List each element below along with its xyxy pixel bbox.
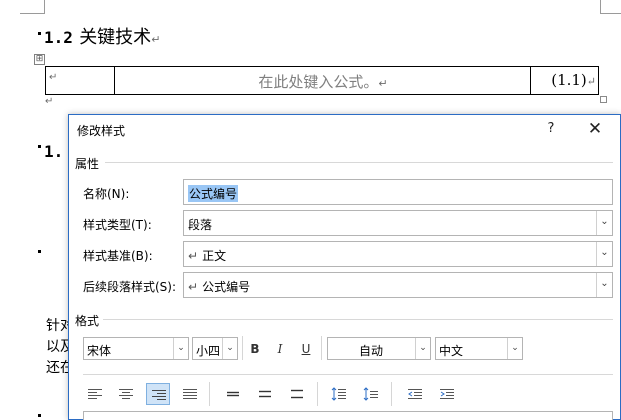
font-color-value: 自动 [358,344,383,358]
style-preview-pane [83,411,613,420]
section-format-label: 格式 [75,314,100,328]
paragraph-style-icon: ↵ [188,249,199,263]
bold-button[interactable]: B [244,338,266,360]
align-center-icon [119,389,133,399]
name-label: 名称(N): [83,187,130,201]
indent-decrease-icon [408,389,422,399]
line-spacing-single-icon [227,391,239,397]
align-center-button[interactable] [114,383,138,405]
cell-mark: ↵ [49,72,58,83]
chevron-down-icon[interactable]: ⌄ [507,338,522,359]
paragraph-bullet [38,145,41,148]
toolbar-divider [317,382,318,406]
line-spacing-double-button[interactable] [285,383,309,405]
crop-mark-top-right [600,0,621,14]
indent-increase-icon [440,389,454,399]
font-color-select[interactable]: 自动 ⌄ [327,337,431,360]
spacing-decrease-icon [363,387,378,401]
indent-increase-button[interactable] [435,383,459,405]
paragraph-mark: ↵ [45,96,54,107]
align-right-button[interactable] [146,383,170,405]
chevron-down-icon[interactable]: ⌄ [173,338,188,359]
paragraph-bullet [38,414,41,417]
style-based-value-wrap: ↵ 正文 [188,247,226,264]
chevron-down-icon[interactable]: ⌄ [415,338,430,359]
line-spacing-1-5-button[interactable] [253,383,277,405]
align-left-button[interactable] [83,383,107,405]
font-value: 宋体 [87,344,112,358]
script-select[interactable]: 中文 ⌄ [435,337,523,360]
chevron-down-icon[interactable]: ⌄ [596,211,612,235]
style-based-label: 样式基准(B): [83,249,153,263]
style-based-value: 正文 [202,249,227,263]
toolbar-divider [209,382,210,406]
font-select[interactable]: 宋体 ⌄ [83,337,189,360]
style-type-label: 样式类型(T): [83,218,152,232]
equation-number-text: (1.1) [551,71,587,89]
italic-button[interactable]: I [269,338,291,360]
font-size-value: 小四 [196,344,221,358]
style-name-field[interactable]: 公式编号 [183,179,613,205]
align-justify-button[interactable] [178,383,202,405]
indent-decrease-button[interactable] [403,383,427,405]
paragraph-style-icon: ↵ [188,280,199,294]
table-handle-glyph: ⊞ [35,54,44,64]
style-type-select[interactable]: 段落 ⌄ [183,210,613,236]
heading-number: 1. [44,142,64,161]
help-button[interactable]: ? [531,117,571,141]
toolbar-divider [242,336,243,360]
close-button[interactable]: ✕ [575,117,615,141]
paragraph-bullet [38,32,41,35]
heading-number: 1.2 [44,28,73,47]
crop-mark-top-left [20,0,45,14]
underline-button[interactable]: U [295,338,317,360]
next-style-label: 后续段落样式(S): [83,280,177,294]
spacing-increase-icon [331,387,346,401]
chevron-down-icon[interactable]: ⌄ [222,338,237,359]
heading-1-2[interactable]: 1.2 关键技术↵ [44,27,160,51]
chevron-down-icon[interactable]: ⌄ [596,242,612,266]
section-divider [103,319,613,320]
spacing-before-increase-button[interactable] [327,383,351,405]
font-size-select[interactable]: 小四 ⌄ [192,337,238,360]
style-type-value: 段落 [188,218,213,232]
align-right-icon [152,390,166,400]
line-spacing-1-5-icon [259,390,271,398]
next-style-value: 公式编号 [202,280,251,294]
section-properties-label: 属性 [75,157,100,171]
table-move-handle-icon[interactable]: ⊞ [34,54,45,65]
line-spacing-single-button[interactable] [221,383,245,405]
chevron-down-icon[interactable]: ⌄ [596,273,612,297]
next-style-value-wrap: ↵ 公式编号 [188,278,250,295]
equation-number[interactable]: (1.1)↵ [532,71,598,89]
section-divider [105,162,613,163]
toolbar-divider [391,382,392,406]
equation-placeholder[interactable]: 在此处键入公式。↵ [115,71,531,92]
script-value: 中文 [439,344,464,358]
section-divider [83,374,613,375]
modify-style-dialog[interactable]: 修改样式 ? ✕ 属性 名称(N): 公式编号 样式类型(T): 段落 ⌄ 样式… [68,114,621,420]
equation-placeholder-text: 在此处键入公式。 [258,73,379,91]
heading-title: 关键技术 [79,27,152,48]
table-cell-left[interactable]: ↵ [46,67,115,94]
dialog-title: 修改样式 [77,124,126,138]
equation-table[interactable]: ↵ 在此处键入公式。↵ (1.1)↵ [45,66,599,95]
line-spacing-double-icon [291,389,303,399]
heading-partial[interactable]: 1. [44,141,63,163]
toolbar-divider [321,336,322,360]
paragraph-mark: ↵ [586,75,596,88]
next-style-select[interactable]: ↵ 公式编号 ⌄ [183,272,613,298]
table-resize-handle[interactable] [600,96,607,103]
spacing-before-decrease-button[interactable] [359,383,383,405]
align-justify-icon [183,389,197,399]
align-left-icon [88,389,102,399]
paragraph-mark: ↵ [378,77,388,90]
style-name-value: 公式编号 [188,185,239,202]
style-based-select[interactable]: ↵ 正文 ⌄ [183,241,613,267]
paragraph-bullet [38,250,41,253]
paragraph-mark: ↵ [151,33,161,46]
